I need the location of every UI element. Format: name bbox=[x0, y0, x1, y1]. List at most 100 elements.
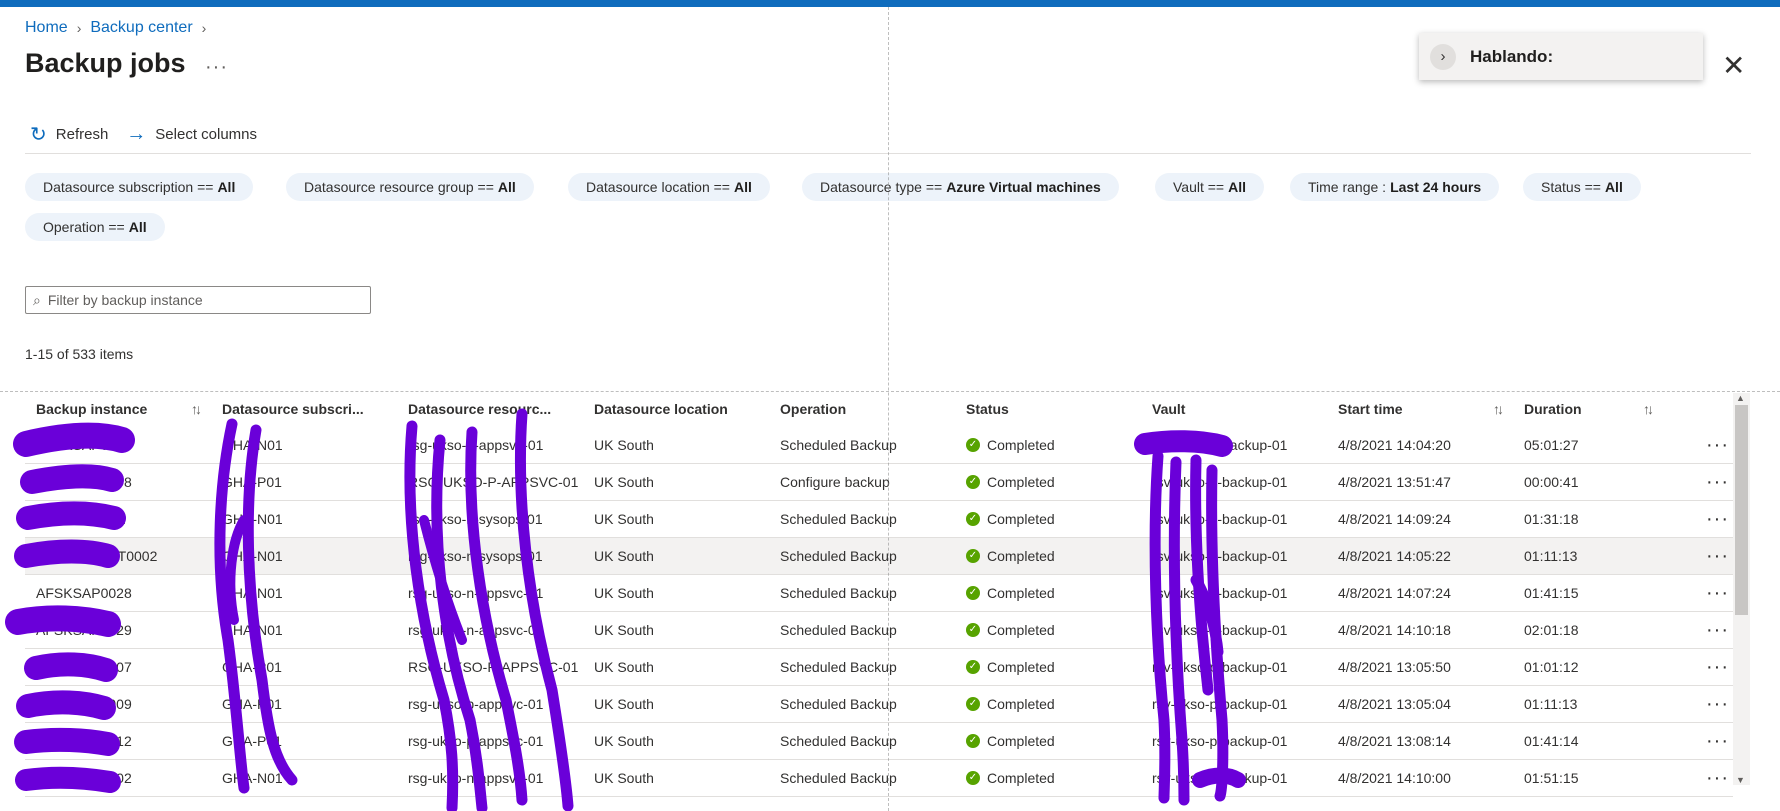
column-header-operation[interactable]: Operation bbox=[769, 401, 955, 417]
cell-duration: 01:41:15 bbox=[1524, 585, 1579, 601]
cell-backup-instance[interactable]: AFSKSAP0028 bbox=[25, 585, 211, 601]
filter-pill-resource-group[interactable]: Datasource resource group == All bbox=[286, 173, 534, 201]
select-columns-button[interactable]: → Select columns bbox=[126, 123, 257, 146]
column-header-resource-group[interactable]: Datasource resourc... bbox=[397, 401, 583, 417]
scroll-up-icon[interactable]: ▲ bbox=[1736, 393, 1745, 403]
cell-start-time: 4/8/2021 14:10:18 bbox=[1338, 622, 1451, 638]
cell-duration: 01:01:12 bbox=[1524, 659, 1579, 675]
cell-backup-instance[interactable]: AFSKSAP0002 bbox=[25, 770, 211, 786]
cell-start-time: 4/8/2021 14:07:24 bbox=[1338, 585, 1451, 601]
table-row[interactable]: AFSKSAP0009 GHA-P01 rsg-ukso-p-appsvc-01 UK… bbox=[25, 686, 1733, 723]
cell-duration: 02:01:18 bbox=[1524, 622, 1579, 638]
column-header-duration[interactable]: Duration ↑↓ bbox=[1513, 401, 1663, 417]
check-circle-icon: ✓ bbox=[966, 549, 980, 563]
row-more-icon[interactable]: ··· bbox=[1663, 693, 1733, 716]
row-more-icon[interactable]: ··· bbox=[1663, 619, 1733, 642]
cell-location: UK South bbox=[594, 622, 654, 638]
page-title: Backup jobs bbox=[25, 48, 186, 78]
column-header-location[interactable]: Datasource location bbox=[583, 401, 769, 417]
cell-backup-instance[interactable]: AFSKSAP0029 bbox=[25, 622, 211, 638]
cell-start-time: 4/8/2021 14:05:22 bbox=[1338, 548, 1451, 564]
cell-backup-instance[interactable]: AFSKSAP0014 bbox=[25, 437, 211, 453]
cell-resource-group: rsg-ukso-n-sysops-01 bbox=[408, 511, 543, 527]
cell-backup-instance[interactable]: AFSKSAP0008 bbox=[25, 474, 211, 490]
column-header-backup-instance[interactable]: Backup instance ↑↓ bbox=[25, 401, 211, 417]
status-text: Completed bbox=[987, 585, 1055, 601]
close-icon[interactable]: ✕ bbox=[1722, 52, 1745, 80]
row-more-icon[interactable]: ··· bbox=[1663, 471, 1733, 494]
column-header-subscription[interactable]: Datasource subscri... bbox=[211, 401, 397, 417]
cell-start-time: 4/8/2021 14:09:24 bbox=[1338, 511, 1451, 527]
top-accent-bar bbox=[0, 0, 1780, 7]
cell-subscription: GHA-N01 bbox=[222, 437, 283, 453]
status-text: Completed bbox=[987, 437, 1055, 453]
cell-backup-instance[interactable]: afsksaaw0001 bbox=[25, 511, 211, 527]
breadcrumb-home[interactable]: Home bbox=[25, 19, 68, 37]
check-circle-icon: ✓ bbox=[966, 660, 980, 674]
check-circle-icon: ✓ bbox=[966, 586, 980, 600]
cell-backup-instance[interactable]: AFSKSAP0012 bbox=[25, 733, 211, 749]
row-more-icon[interactable]: ··· bbox=[1663, 730, 1733, 753]
cell-resource-group: rsg-ukso-n-appsvc-01 bbox=[408, 770, 544, 786]
table-row[interactable]: AFSKSAP0007 GHA-P01 RSG-UKSO-P-APPSVC-01 UK… bbox=[25, 649, 1733, 686]
refresh-button[interactable]: ↻ Refresh bbox=[30, 122, 108, 147]
row-more-icon[interactable]: ··· bbox=[1663, 582, 1733, 605]
table-row[interactable]: AFSKSAP0014 GHA-N01 rsg-ukso-n-appsvc-01 UK… bbox=[25, 427, 1733, 464]
table-row[interactable]: AFSKSAP0029 GHA-N01 rsg-ukso-n-appsvc-01 UK… bbox=[25, 612, 1733, 649]
scroll-down-icon[interactable]: ▼ bbox=[1736, 775, 1745, 785]
filter-value: All bbox=[1604, 179, 1623, 195]
row-more-icon[interactable]: ··· bbox=[1663, 434, 1733, 457]
column-header-status[interactable]: Status bbox=[955, 401, 1141, 417]
cell-backup-instance[interactable]: AFSKSAP0009 bbox=[25, 696, 211, 712]
breadcrumb-backup-center[interactable]: Backup center bbox=[90, 19, 192, 37]
row-more-icon[interactable]: ··· bbox=[1663, 656, 1733, 679]
cell-backup-instance[interactable]: AFSKSAP0007 bbox=[25, 659, 211, 675]
cell-resource-group: rsg-ukso-n-appsvc-01 bbox=[408, 622, 544, 638]
row-more-icon[interactable]: ··· bbox=[1663, 508, 1733, 531]
filter-pill-status[interactable]: Status == All bbox=[1523, 173, 1641, 201]
filter-pill-subscription[interactable]: Datasource subscription == All bbox=[25, 173, 254, 201]
table-row[interactable]: AFSKSAP0008 GHA-P01 RSG-UKSO-P-APPSVC-01 UK… bbox=[25, 464, 1733, 501]
row-more-icon[interactable]: ··· bbox=[1663, 545, 1733, 568]
table-row[interactable]: AFSKSAP0028 GHA-N01 rsg-ukso-n-appsvc-01 UK… bbox=[25, 575, 1733, 612]
table-row[interactable]: AFSKAZTEST0002 GHA-N01 rsg-ukso-n-sysops-0… bbox=[25, 538, 1733, 575]
item-count: 1-15 of 533 items bbox=[25, 346, 134, 362]
scrollbar-thumb[interactable] bbox=[1735, 405, 1748, 615]
table-scrollbar[interactable]: ▲ ▼ bbox=[1733, 393, 1750, 785]
cell-location: UK South bbox=[594, 548, 654, 564]
row-more-icon[interactable]: ··· bbox=[1663, 767, 1733, 790]
sort-icon[interactable]: ↑↓ bbox=[1493, 401, 1504, 417]
filter-placeholder: Filter by backup instance bbox=[47, 292, 203, 308]
filter-pill-operation[interactable]: Operation == All bbox=[25, 213, 165, 241]
cell-resource-group: RSG-UKSO-P-APPSVC-01 bbox=[408, 659, 579, 675]
filter-pill-vault[interactable]: Vault == All bbox=[1155, 173, 1265, 201]
filter-pill-datasource-type[interactable]: Datasource type == Azure Virtual machines bbox=[802, 173, 1119, 201]
cell-location: UK South bbox=[594, 474, 654, 490]
cell-resource-group: rsg-ukso-n-sysops-01 bbox=[408, 548, 543, 564]
column-header-vault[interactable]: Vault bbox=[1141, 401, 1327, 417]
cell-start-time: 4/8/2021 14:04:20 bbox=[1338, 437, 1451, 453]
sort-icon[interactable]: ↑↓ bbox=[1643, 401, 1654, 417]
check-circle-icon: ✓ bbox=[966, 623, 980, 637]
cell-backup-instance[interactable]: AFSKAZTEST0002 bbox=[25, 548, 211, 564]
cell-location: UK South bbox=[594, 585, 654, 601]
breadcrumb: Home › Backup center › bbox=[25, 19, 215, 37]
cell-vault: rsv-ukso-p-backup-01 bbox=[1152, 659, 1288, 675]
column-header-start-time[interactable]: Start time ↑↓ bbox=[1327, 401, 1513, 417]
filter-pill-location[interactable]: Datasource location == All bbox=[568, 173, 770, 201]
table-row[interactable]: afsksaaw0001 GHA-N01 rsg-ukso-n-sysops-01 U… bbox=[25, 501, 1733, 538]
filter-pill-time-range[interactable]: Time range : Last 24 hours bbox=[1290, 173, 1500, 201]
sort-icon[interactable]: ↑↓ bbox=[191, 401, 202, 417]
filter-backup-instance-input[interactable]: ⌕ Filter by backup instance bbox=[25, 286, 371, 314]
cell-vault: rsv-ukso-p-backup-01 bbox=[1152, 733, 1288, 749]
more-icon[interactable]: ··· bbox=[205, 56, 228, 79]
table-row[interactable]: AFSKSAP0012 GHA-P01 rsg-ukso-p-appsvc-01 UK… bbox=[25, 723, 1733, 760]
cell-vault: rsv-ukso-n-backup-01 bbox=[1152, 548, 1288, 564]
cell-location: UK South bbox=[594, 770, 654, 786]
refresh-icon: ↻ bbox=[30, 124, 47, 146]
chevron-right-icon[interactable]: › bbox=[1430, 43, 1456, 70]
cell-status: ✓ Completed bbox=[955, 659, 1141, 675]
cell-status: ✓ Completed bbox=[955, 511, 1141, 527]
table-row[interactable]: AFSKSAP0002 GHA-N01 rsg-ukso-n-appsvc-01 UK… bbox=[25, 760, 1733, 797]
status-text: Completed bbox=[987, 770, 1055, 786]
